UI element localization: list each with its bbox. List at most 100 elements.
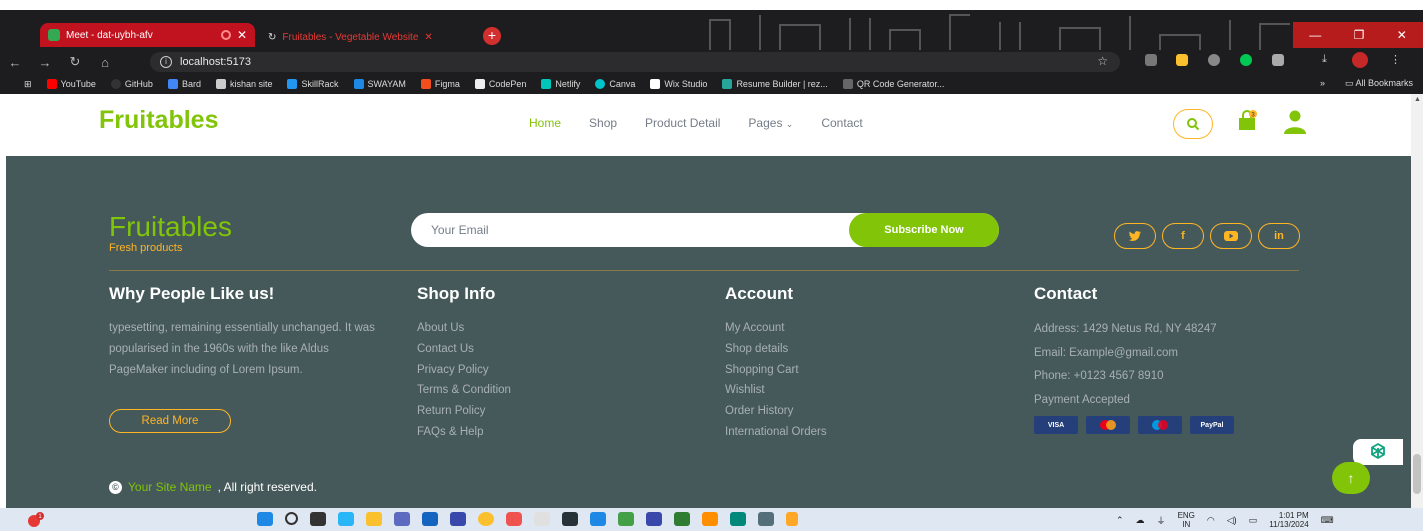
app-icon[interactable] xyxy=(758,512,774,526)
app-icon[interactable] xyxy=(534,512,550,526)
app-icon[interactable] xyxy=(786,512,798,526)
chrome-icon[interactable] xyxy=(478,512,494,526)
notifications-icon[interactable]: ⌨ xyxy=(1321,515,1334,526)
menu-item-home[interactable]: Home xyxy=(529,116,561,130)
chatgpt-extension-icon[interactable] xyxy=(1353,439,1403,465)
footer-link-my-account[interactable]: My Account xyxy=(725,318,827,339)
footer-link-faqs[interactable]: FAQs & Help xyxy=(417,422,511,443)
profile-avatar[interactable] xyxy=(1352,52,1368,68)
wifi-icon[interactable]: ◠ xyxy=(1207,515,1215,526)
apps-icon[interactable]: ⊞ xyxy=(24,79,32,90)
footer-link-shopping-cart[interactable]: Shopping Cart xyxy=(725,360,827,381)
new-tab-button[interactable]: + xyxy=(483,27,501,45)
menu-kebab-icon[interactable]: ⋮ xyxy=(1390,53,1402,66)
footer-link-return-policy[interactable]: Return Policy xyxy=(417,401,511,422)
email-input[interactable] xyxy=(431,213,841,247)
address-bar[interactable]: i localhost:5173 ☆ xyxy=(150,52,1120,72)
extensions-puzzle-icon[interactable] xyxy=(1272,54,1284,66)
download-icon[interactable]: ⤓ xyxy=(1322,53,1334,65)
file-explorer-icon[interactable] xyxy=(366,512,382,526)
volume-icon[interactable]: ◁) xyxy=(1227,515,1237,526)
site-name-link[interactable]: Your Site Name xyxy=(128,480,212,494)
bookmark-bard[interactable]: Bard xyxy=(167,79,201,89)
app-icon[interactable] xyxy=(618,512,634,526)
vscode-icon[interactable] xyxy=(590,512,606,526)
youtube-icon[interactable] xyxy=(1210,223,1252,249)
chevron-up-icon[interactable]: ⌃ xyxy=(1116,515,1124,526)
footer-link-international-orders[interactable]: International Orders xyxy=(725,422,827,443)
bookmark-qr-code[interactable]: QR Code Generator... xyxy=(842,79,944,89)
all-bookmarks-folder[interactable]: ▭ All Bookmarks xyxy=(1345,78,1413,89)
scrollbar-thumb[interactable] xyxy=(1413,454,1421,494)
bookmark-kishan-site[interactable]: kishan site xyxy=(215,79,272,89)
scroll-up-icon[interactable]: ▲ xyxy=(1414,96,1421,103)
footer-link-privacy-policy[interactable]: Privacy Policy xyxy=(417,360,511,381)
twitter-icon[interactable] xyxy=(1114,223,1156,249)
clock[interactable]: 1:01 PM 11/13/2024 xyxy=(1269,511,1308,529)
search-button[interactable] xyxy=(1173,109,1213,139)
forward-icon[interactable]: → xyxy=(30,55,60,70)
language-indicator[interactable]: ENG IN xyxy=(1178,511,1195,529)
app-icon[interactable] xyxy=(562,512,578,526)
footer-link-contact-us[interactable]: Contact Us xyxy=(417,339,511,360)
extension-icon[interactable] xyxy=(1240,54,1252,66)
minimize-icon[interactable]: — xyxy=(1309,28,1321,42)
menu-item-product-detail[interactable]: Product Detail xyxy=(645,116,720,130)
menu-item-contact[interactable]: Contact xyxy=(821,116,862,130)
user-icon[interactable] xyxy=(1282,110,1308,134)
bookmark-netlify[interactable]: Netlify xyxy=(541,79,580,89)
bookmark-swayam[interactable]: SWAYAM xyxy=(353,79,406,89)
bookmark-resume-builder[interactable]: Resume Builder | rez... xyxy=(722,79,828,89)
battery-icon[interactable]: ▭ xyxy=(1249,515,1258,526)
bookmark-skillrack[interactable]: SkillRack xyxy=(287,79,339,89)
bookmark-figma[interactable]: Figma xyxy=(420,79,460,89)
footer-link-order-history[interactable]: Order History xyxy=(725,401,827,422)
site-logo[interactable]: Fruitables xyxy=(99,106,218,135)
bookmark-github[interactable]: GitHub xyxy=(110,79,153,89)
home-icon[interactable]: ⌂ xyxy=(90,55,120,70)
subscribe-button[interactable]: Subscribe Now xyxy=(849,213,999,247)
tab-meet[interactable]: Meet - dat-uybh-afv ✕ xyxy=(40,23,255,47)
windows-start-icon[interactable] xyxy=(257,512,273,526)
brave-icon[interactable] xyxy=(506,512,522,526)
page-scrollbar[interactable]: ▲ xyxy=(1411,94,1423,508)
bookmarks-overflow-icon[interactable]: » xyxy=(1320,78,1325,89)
weather-widget-icon[interactable]: 1 xyxy=(26,512,44,528)
task-view-icon[interactable] xyxy=(310,512,326,526)
footer-logo[interactable]: Fruitables xyxy=(109,211,232,243)
shopping-bag-icon[interactable]: 3 xyxy=(1236,110,1258,132)
restore-icon[interactable]: ❐ xyxy=(1354,28,1365,42)
app-icon[interactable] xyxy=(702,512,718,526)
notepad-icon[interactable] xyxy=(646,512,662,526)
back-to-top-button[interactable]: ↑ xyxy=(1332,462,1370,494)
excel-icon[interactable] xyxy=(674,512,690,526)
search-icon[interactable] xyxy=(285,512,298,525)
read-more-button[interactable]: Read More xyxy=(109,409,231,433)
usb-icon[interactable]: ⏚ xyxy=(1157,514,1166,527)
site-info-icon[interactable]: i xyxy=(160,56,172,68)
reload-icon[interactable]: ↻ xyxy=(60,54,90,70)
back-icon[interactable]: ← xyxy=(0,55,30,70)
menu-item-shop[interactable]: Shop xyxy=(589,116,617,130)
cloud-icon[interactable]: ☁ xyxy=(1136,515,1145,526)
app-icon[interactable] xyxy=(450,512,466,526)
teams-icon[interactable] xyxy=(394,512,410,526)
extension-icon[interactable] xyxy=(1176,54,1188,66)
footer-link-terms[interactable]: Terms & Condition xyxy=(417,380,511,401)
close-window-icon[interactable]: ✕ xyxy=(1397,28,1407,42)
footer-link-shop-details[interactable]: Shop details xyxy=(725,339,827,360)
bookmark-canva[interactable]: Canva xyxy=(595,79,635,89)
footer-link-about-us[interactable]: About Us xyxy=(417,318,511,339)
bookmark-wix-studio[interactable]: Wix Studio xyxy=(650,79,707,89)
close-tab-icon[interactable]: ✕ xyxy=(237,28,247,42)
widgets-icon[interactable] xyxy=(338,512,354,526)
linkedin-icon[interactable]: in xyxy=(1258,223,1300,249)
close-tab-icon[interactable]: ✕ xyxy=(424,32,432,43)
menu-item-pages[interactable]: Pages ⌄ xyxy=(748,116,793,130)
extension-icon[interactable] xyxy=(1145,54,1157,66)
bookmark-star-icon[interactable]: ☆ xyxy=(1097,54,1108,68)
tab-fruitables[interactable]: ↻ Fruitables - Vegetable Website ✕ xyxy=(268,29,433,45)
app-icon[interactable] xyxy=(730,512,746,526)
extension-icon[interactable] xyxy=(1208,54,1220,66)
bookmark-youtube[interactable]: YouTube xyxy=(46,79,96,89)
